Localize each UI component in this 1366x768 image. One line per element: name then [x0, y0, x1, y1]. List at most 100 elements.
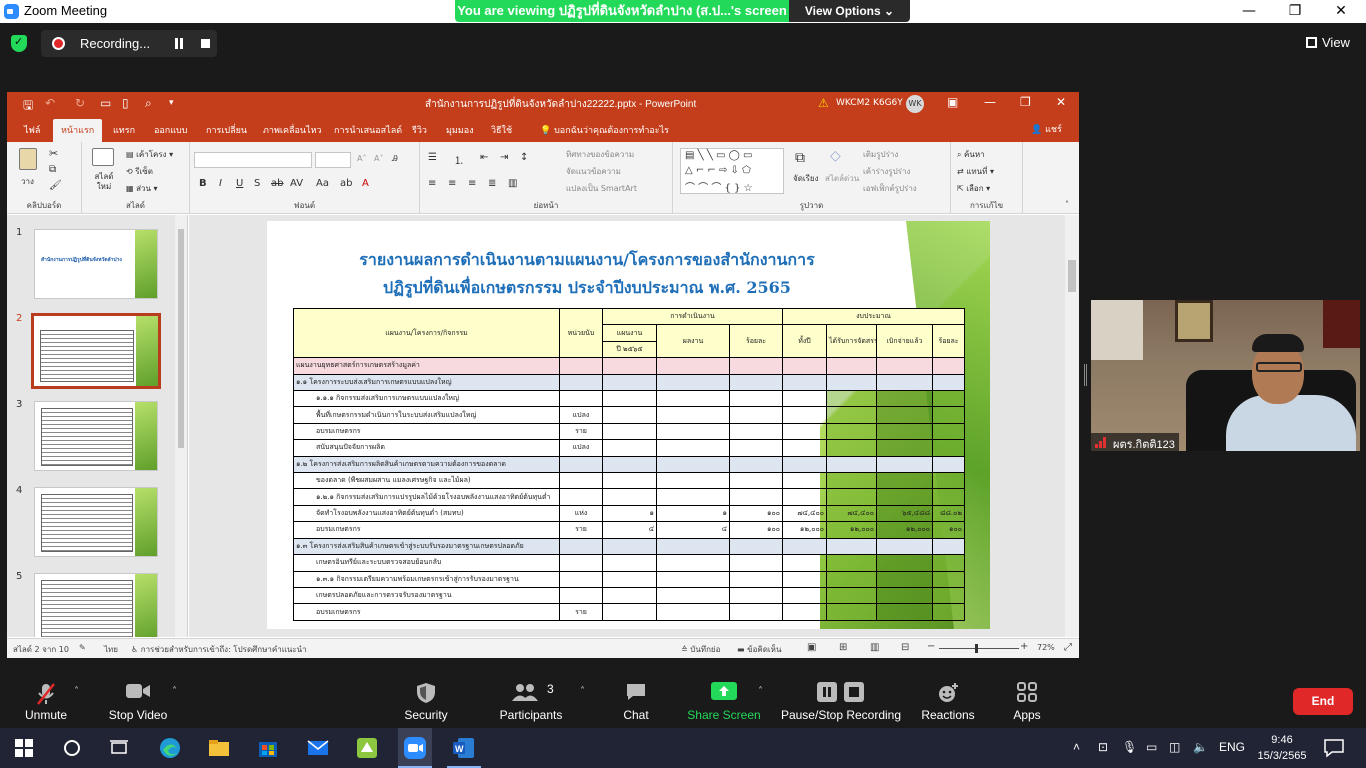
- increase-indent-icon[interactable]: ⇥: [500, 152, 508, 163]
- align-text-button[interactable]: จัดแนวข้อความ: [566, 165, 621, 178]
- paste-icon[interactable]: [19, 148, 37, 170]
- thumb-slide-1[interactable]: สำนักงานการปฏิรูปที่ดินจังหวัดลำปาง: [34, 229, 158, 299]
- zoom-taskbar-item[interactable]: [398, 728, 432, 768]
- print-preview-icon[interactable]: ⌕: [145, 96, 152, 111]
- current-slide[interactable]: รายงานผลการดำเนินงานตามแผนงาน/โครงการของ…: [267, 221, 990, 629]
- search-icon[interactable]: [60, 736, 84, 760]
- copy-icon[interactable]: ⧉: [49, 164, 56, 175]
- green-app-icon[interactable]: [355, 736, 379, 760]
- participants-button[interactable]: 3 Participants: [496, 668, 566, 728]
- paste-label[interactable]: วาง: [21, 175, 34, 188]
- char-spacing-icon[interactable]: AV: [290, 178, 303, 189]
- new-slide-label[interactable]: สไลด์ใหม่: [91, 172, 117, 192]
- thumb-slide-3[interactable]: [34, 401, 158, 471]
- participants-chevron-icon[interactable]: ˄: [580, 686, 585, 697]
- reactions-button[interactable]: Reactions: [918, 668, 978, 728]
- apps-button[interactable]: Apps: [1005, 668, 1049, 728]
- comments-button[interactable]: ▬ ข้อคิดเห็น: [737, 643, 781, 656]
- shadow-icon[interactable]: S: [254, 178, 260, 189]
- view-button[interactable]: View: [1306, 35, 1350, 50]
- stop-recording-icon[interactable]: [201, 39, 210, 48]
- input-language[interactable]: ENG: [1219, 740, 1245, 754]
- tell-me-box[interactable]: 💡 บอกฉันว่าคุณต้องการทำอะไร: [540, 123, 669, 137]
- bullets-icon[interactable]: ☰: [428, 152, 437, 163]
- zoom-in-button[interactable]: +: [1020, 641, 1028, 652]
- smartart-button[interactable]: แปลงเป็น SmartArt: [566, 182, 637, 195]
- scrollbar-thumb[interactable]: [1068, 260, 1076, 292]
- new-slide-icon[interactable]: [92, 148, 114, 166]
- justify-icon[interactable]: ≣: [488, 178, 496, 189]
- font-size-input[interactable]: [315, 152, 351, 168]
- align-center-icon[interactable]: ≡: [448, 178, 456, 189]
- underline-icon[interactable]: U: [236, 178, 243, 189]
- pause-recording-icon[interactable]: [174, 38, 184, 49]
- shape-curve-icon[interactable]: ⌒ ⌒ ⌒ { } ☆: [685, 179, 753, 194]
- close-icon[interactable]: ✕: [1318, 0, 1364, 23]
- editor-scrollbar[interactable]: [1065, 215, 1079, 637]
- video-options-chevron-icon[interactable]: ˄: [172, 686, 177, 697]
- view-options-button[interactable]: View Options ⌄: [789, 0, 910, 22]
- stop-video-button[interactable]: Stop Video: [103, 668, 173, 728]
- tab-help[interactable]: วิธีใช้: [491, 123, 512, 137]
- slide-sorter-icon[interactable]: ⊞: [839, 642, 847, 653]
- text-direction-button[interactable]: ทิศทางของข้อความ: [566, 148, 634, 161]
- layout-button[interactable]: ▤ เค้าโครง ▾: [126, 148, 173, 161]
- slideshow-icon[interactable]: ⊟: [901, 642, 909, 653]
- user-avatar[interactable]: WK: [906, 95, 924, 113]
- change-case-icon[interactable]: Aa: [316, 178, 329, 189]
- scrollbar-thumb[interactable]: [178, 229, 184, 448]
- battery-icon[interactable]: ▭: [1146, 740, 1157, 754]
- share-options-chevron-icon[interactable]: ˄: [758, 686, 763, 697]
- share-screen-button[interactable]: Share Screen: [687, 668, 761, 728]
- tab-review[interactable]: รีวิว: [412, 123, 427, 137]
- tab-home[interactable]: หน้าแรก: [53, 119, 103, 142]
- tab-file[interactable]: ไฟล์: [24, 123, 40, 137]
- thumb-slide-5[interactable]: [34, 573, 158, 637]
- notifications-icon[interactable]: [1322, 736, 1346, 760]
- zoom-out-button[interactable]: −: [927, 641, 935, 652]
- redo-icon[interactable]: ↻: [75, 96, 85, 110]
- save-icon[interactable]: 🖫: [23, 96, 33, 117]
- ppt-minimize-icon[interactable]: —: [984, 95, 996, 109]
- thumb-slide-4[interactable]: [34, 487, 158, 557]
- section-button[interactable]: ▦ ส่วน ▾: [126, 182, 158, 195]
- strikethrough-icon[interactable]: ab: [271, 178, 283, 189]
- volume-icon[interactable]: 🔈: [1193, 740, 1208, 754]
- clear-format-icon[interactable]: Ꭿ: [392, 154, 398, 164]
- reading-view-icon[interactable]: ▥: [870, 642, 879, 653]
- highlight-icon[interactable]: ab: [340, 178, 352, 189]
- decrease-indent-icon[interactable]: ⇤: [480, 152, 488, 163]
- windows-start-icon[interactable]: [12, 736, 36, 760]
- italic-icon[interactable]: I: [219, 178, 222, 189]
- align-right-icon[interactable]: ≡: [468, 178, 476, 189]
- notes-button[interactable]: ≙ บันทึกย่อ: [681, 643, 720, 656]
- clock[interactable]: 9:46 15/3/2565: [1254, 732, 1310, 764]
- minimize-icon[interactable]: —: [1226, 0, 1272, 23]
- tab-slideshow[interactable]: การนำเสนอสไลด์: [334, 123, 402, 137]
- share-button[interactable]: 👤 แชร์: [1031, 122, 1062, 136]
- arrange-label[interactable]: จัดเรียง: [793, 172, 819, 185]
- show-hidden-icons[interactable]: ˄: [1073, 740, 1080, 754]
- tab-animations[interactable]: ภาพเคลื่อนไหว: [263, 123, 322, 137]
- font-grow-icon[interactable]: A˄: [357, 154, 366, 163]
- numbering-icon[interactable]: ⒈: [454, 152, 464, 167]
- chat-button[interactable]: Chat: [614, 668, 658, 728]
- line-spacing-icon[interactable]: ↕: [520, 152, 528, 163]
- word-taskbar-item[interactable]: W: [447, 728, 481, 768]
- shape-fill-button[interactable]: เติมรูปร่าง: [863, 148, 898, 161]
- tab-design[interactable]: ออกแบบ: [154, 123, 188, 137]
- font-name-input[interactable]: [194, 152, 312, 168]
- fit-slide-icon[interactable]: ⤢: [1064, 642, 1072, 653]
- align-left-icon[interactable]: ≡: [428, 178, 436, 189]
- meet-now-icon[interactable]: ⊡: [1098, 740, 1108, 754]
- font-shrink-icon[interactable]: A˅: [374, 154, 383, 163]
- zoom-level[interactable]: 72%: [1037, 643, 1055, 652]
- store-icon[interactable]: [256, 736, 280, 760]
- encryption-shield-icon[interactable]: [11, 35, 27, 52]
- shape-textbox-icon[interactable]: ▤ ╲ ╲ ▭ ◯ ▭: [685, 150, 752, 161]
- new-doc-icon[interactable]: ▯: [122, 96, 129, 110]
- font-color-icon[interactable]: A: [362, 178, 369, 189]
- columns-icon[interactable]: ▥: [508, 178, 517, 189]
- task-view-icon[interactable]: [107, 736, 131, 760]
- language-indicator[interactable]: ไทย: [104, 643, 118, 656]
